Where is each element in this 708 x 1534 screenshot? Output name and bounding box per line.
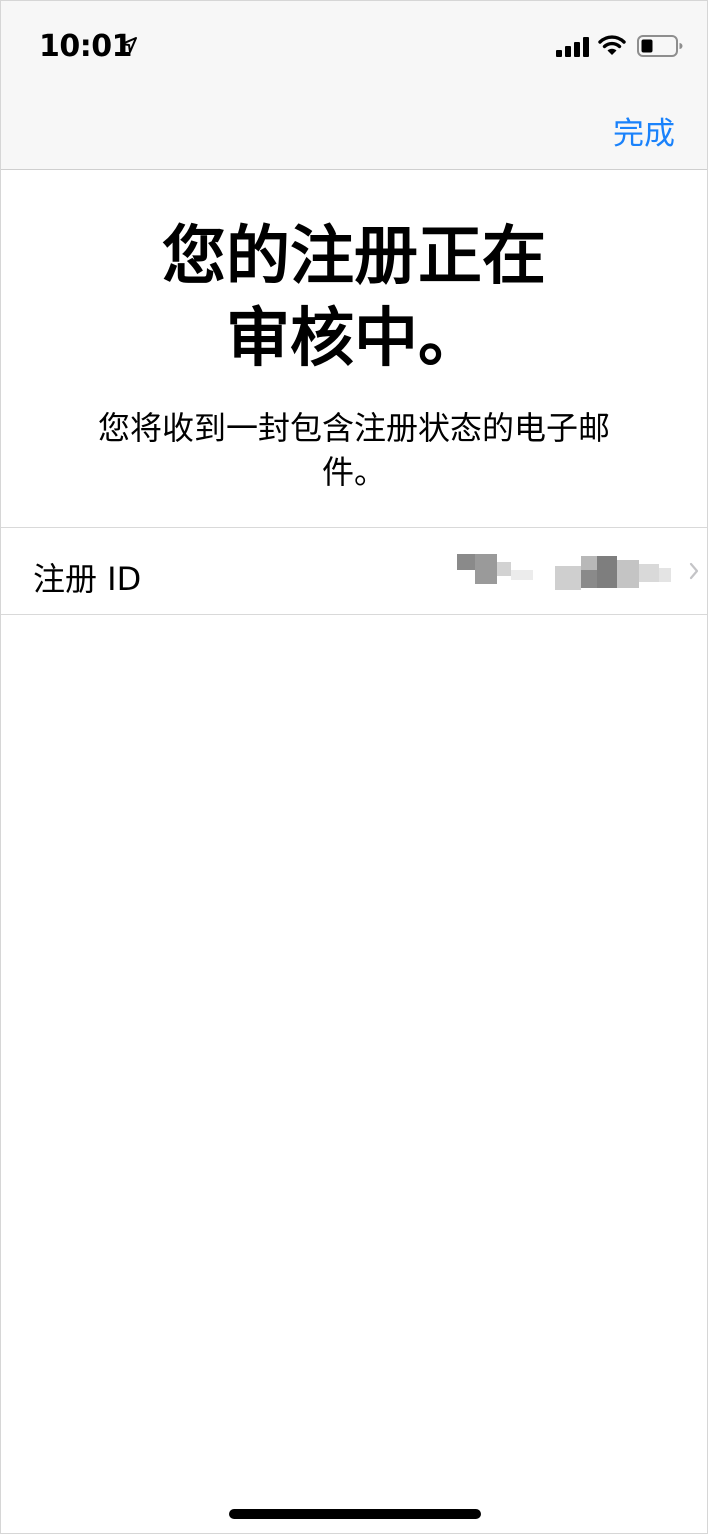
status-bar: 10:01 <box>1 1 707 91</box>
done-button[interactable]: 完成 <box>613 108 675 153</box>
redacted-value-icon <box>457 554 671 590</box>
app-screen: 10:01 完成 您的注册正在 审核中。 您将收到一封包含注册状态的电子邮 件。… <box>0 0 708 1534</box>
title-line-1: 您的注册正在 <box>162 220 546 294</box>
wifi-icon <box>598 35 626 55</box>
description-line-1: 您将收到一封包含注册状态的电子邮 <box>97 409 610 447</box>
chevron-right-icon <box>689 562 699 580</box>
enrollment-id-label: 注册 ID <box>33 560 142 598</box>
home-indicator <box>229 1509 481 1519</box>
cellular-signal-icon <box>556 37 589 57</box>
description-line-2: 件。 <box>321 453 386 491</box>
enrollment-id-row[interactable]: 注册 ID <box>1 527 707 615</box>
battery-icon <box>637 35 683 57</box>
title-line-2: 审核中。 <box>226 302 482 376</box>
page-title: 您的注册正在 审核中。 <box>1 216 707 380</box>
location-arrow-icon <box>121 37 137 53</box>
top-bar: 10:01 完成 <box>1 1 707 170</box>
status-description: 您将收到一封包含注册状态的电子邮 件。 <box>53 406 655 494</box>
